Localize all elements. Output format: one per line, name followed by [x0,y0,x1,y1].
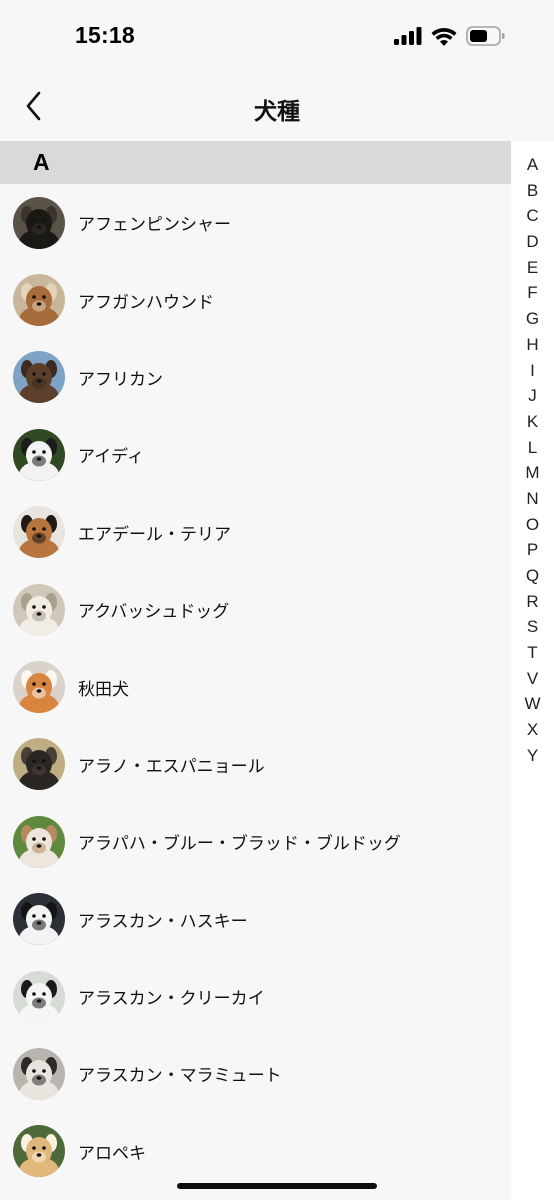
index-letter-a[interactable]: A [511,152,554,178]
breed-list-item[interactable]: アロペキ [0,1113,511,1190]
breed-list-item[interactable]: アラスカン・ハスキー [0,881,511,958]
index-letter-c[interactable]: C [511,203,554,229]
index-letter-b[interactable]: B [511,178,554,204]
breed-name: アラパハ・ブルー・ブラッド・ブルドッグ [78,834,401,855]
breed-avatar [13,970,65,1023]
breed-list-item[interactable]: 秋田犬 [0,648,511,725]
breed-avatar [13,661,65,714]
breed-name: アクバッシュドッグ [78,602,230,623]
breed-avatar [13,583,65,636]
status-time: 15:18 [75,22,135,48]
breed-name: アラスカン・クリーカイ [78,989,265,1010]
breed-avatar [13,274,65,327]
screen: 15:18 犬種 A アフェンピンシャー アフガンハウンド アフリカン アイディ… [0,0,554,1200]
index-letter-i[interactable]: I [511,358,554,384]
breed-name: アフェンピンシャー [78,215,231,236]
breed-list-item[interactable]: アラパハ・ブルー・ブラッド・ブルドッグ [0,803,511,880]
alphabet-index: ABCDEFGHIJKLMNOPQRSTVWXY [511,152,554,769]
breed-list-item[interactable]: アイディ [0,416,511,493]
breed-avatar [13,1047,65,1100]
index-letter-x[interactable]: X [511,717,554,743]
breed-avatar [13,506,65,559]
breed-name: エアデール・テリア [78,524,231,545]
breed-avatar [13,196,65,249]
breed-list-item[interactable]: アクバッシュドッグ [0,571,511,648]
breed-avatar [13,428,65,481]
breed-avatar [13,893,65,946]
breed-name: アイディ [78,447,144,468]
breed-list-item[interactable]: エアデール・テリア [0,494,511,571]
breed-list-item[interactable]: アフガンハウンド [0,261,511,338]
index-letter-g[interactable]: G [511,306,554,332]
status-icons [394,26,506,50]
battery-icon [466,26,506,50]
breed-list-item[interactable]: アフリカン [0,339,511,416]
index-letter-w[interactable]: W [511,691,554,717]
index-letter-d[interactable]: D [511,229,554,255]
index-letter-t[interactable]: T [511,640,554,666]
index-letter-v[interactable]: V [511,666,554,692]
breed-avatar [13,351,65,404]
section-header: A [0,141,511,184]
index-letter-f[interactable]: F [511,280,554,306]
breed-name: アロペキ [78,1143,146,1164]
breed-name: アフリカン [78,369,163,390]
home-indicator [177,1183,377,1189]
index-letter-p[interactable]: P [511,537,554,563]
index-letter-n[interactable]: N [511,486,554,512]
breed-avatar [13,815,65,868]
wifi-icon [431,27,457,50]
cellular-signal-icon [394,27,422,49]
index-letter-l[interactable]: L [511,435,554,461]
page-title: 犬種 [254,99,300,125]
section-header-letter: A [33,149,50,175]
breed-name: アラスカン・マラミュート [78,1066,282,1087]
status-bar: 15:18 [0,0,554,72]
index-letter-s[interactable]: S [511,614,554,640]
index-letter-h[interactable]: H [511,332,554,358]
index-letter-r[interactable]: R [511,589,554,615]
breed-list-item[interactable]: アラノ・エスパニョール [0,726,511,803]
breed-name: 秋田犬 [78,679,129,700]
index-letter-q[interactable]: Q [511,563,554,589]
breed-avatar [13,738,65,791]
navigation-bar: 犬種 [0,72,554,142]
index-letter-j[interactable]: J [511,383,554,409]
breed-name: アフガンハウンド [78,292,214,313]
index-letter-m[interactable]: M [511,460,554,486]
breed-name: アラスカン・ハスキー [78,911,248,932]
breed-list: アフェンピンシャー アフガンハウンド アフリカンアイディエアデール・テリア アクバッシ… [0,184,511,1190]
breed-list-item[interactable]: アラスカン・マラミュート [0,1035,511,1112]
breed-avatar [13,1125,65,1178]
index-letter-o[interactable]: O [511,512,554,538]
breed-list-item[interactable]: アフェンピンシャー [0,184,511,261]
index-letter-e[interactable]: E [511,255,554,281]
index-letter-y[interactable]: Y [511,743,554,769]
breed-name: アラノ・エスパニョール [78,756,265,777]
breed-list-item[interactable]: アラスカン・クリーカイ [0,958,511,1035]
alphabet-index-bar: ABCDEFGHIJKLMNOPQRSTVWXY [511,141,554,1200]
index-letter-k[interactable]: K [511,409,554,435]
